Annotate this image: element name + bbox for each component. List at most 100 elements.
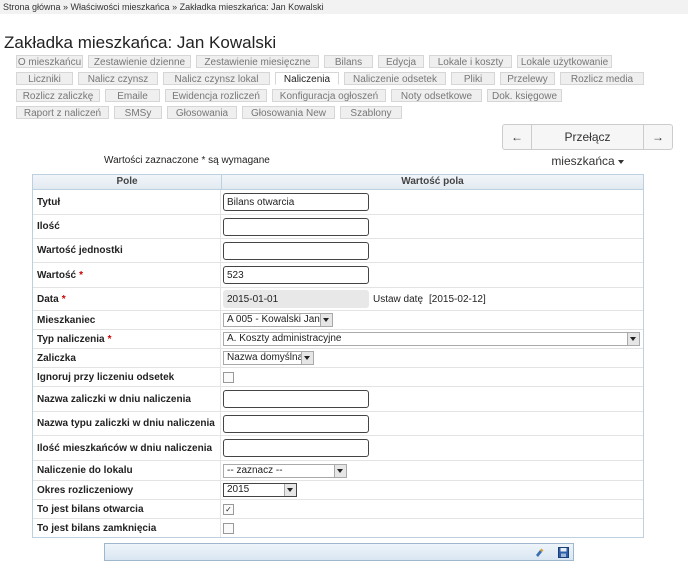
value-cell: -- zaznacz --: [221, 461, 643, 480]
tab-dok-ksiegowe[interactable]: Dok. księgowe: [487, 89, 562, 102]
tab-szablony[interactable]: Szablony: [340, 106, 402, 119]
tab-naliczenia[interactable]: Naliczenia: [275, 72, 339, 85]
label-wartosc-jednostki: Wartość jednostki: [33, 239, 221, 262]
required-note: Wartości zaznaczone * są wymagane: [104, 155, 270, 166]
tab-row-3: Rozlicz zaliczkę Emaile Ewidencja rozlic…: [16, 89, 567, 103]
header-field: Pole: [33, 175, 222, 189]
tab-raport-z-naliczen[interactable]: Raport z naliczeń: [16, 106, 109, 119]
ignoruj-checkbox[interactable]: [223, 371, 234, 383]
tab-glosowania-new[interactable]: Głosowania New: [242, 106, 335, 119]
prev-resident-button[interactable]: ←: [502, 124, 532, 150]
row-typ-naliczenia: Typ naliczenia * A. Koszty administracyjn…: [33, 330, 643, 349]
required-star: *: [79, 269, 83, 281]
breadcrumb[interactable]: Strona główna » Właściwości mieszkańca »…: [0, 0, 688, 14]
label-text: To jest bilans otwarcia: [37, 503, 144, 515]
label-text: Mieszkaniec: [37, 314, 96, 326]
tab-zestawienie-dzienne[interactable]: Zestawienie dzienne: [88, 55, 191, 68]
tab-zestawienie-miesieczne[interactable]: Zestawienie miesięczne: [196, 55, 319, 68]
row-wartosc-jednostki: Wartość jednostki: [33, 239, 643, 263]
tytul-input[interactable]: Bilans otwarcia: [223, 193, 369, 211]
label-text: Zaliczka: [37, 352, 76, 364]
label-text: Tytuł: [37, 196, 61, 208]
value-cell: [221, 412, 643, 435]
value-cell: 2015: [221, 481, 643, 499]
wartosc-jednostki-input[interactable]: [223, 241, 369, 260]
select-value: A 005 - Kowalski Jan: [227, 314, 320, 325]
select-value: -- zaznacz --: [227, 464, 283, 476]
switch-resident-button[interactable]: Przełącz mieszkańca: [532, 124, 643, 168]
label-nazwa-typu: Nazwa typu zaliczki w dniu naliczenia: [33, 412, 221, 435]
label-do-lokalu: Naliczenie do lokalu: [33, 461, 221, 480]
label-text: Nazwa zaliczki w dniu naliczenia: [37, 393, 191, 405]
row-ignoruj: Ignoruj przy liczeniu odsetek: [33, 368, 643, 387]
do-lokalu-select[interactable]: -- zaznacz --: [223, 463, 347, 478]
tab-o-mieszkancu[interactable]: O mieszkańcu: [16, 55, 83, 68]
row-ilosc: Ilość: [33, 215, 643, 239]
tab-noty-odsetkowe[interactable]: Noty odsetkowe: [391, 89, 482, 102]
tab-bilans[interactable]: Bilans: [324, 55, 373, 68]
typ-naliczenia-select[interactable]: A. Koszty administracyjne: [223, 332, 640, 346]
data-input[interactable]: 2015-01-01: [223, 290, 369, 308]
nazwa-typu-input[interactable]: [223, 414, 369, 433]
tab-lokale-uzytkowanie[interactable]: Lokale użytkowanie: [517, 55, 612, 68]
label-ilosc: Ilość: [33, 215, 221, 238]
zaliczka-select[interactable]: Nazwa domyślna: [223, 351, 314, 365]
tab-rozlicz-media[interactable]: Rozlicz media: [560, 72, 644, 85]
wartosc-input[interactable]: 523: [223, 266, 369, 284]
ilosc-mieszkancow-input[interactable]: [223, 439, 369, 457]
row-ilosc-mieszkancow: Ilość mieszkańców w dniu naliczenia: [33, 436, 643, 461]
date-hint: [2015-02-12]: [429, 293, 486, 305]
set-date-link[interactable]: Ustaw datę: [373, 294, 423, 305]
label-text: To jest bilans zamknięcia: [37, 522, 157, 534]
mieszkaniec-select[interactable]: A 005 - Kowalski Jan: [223, 313, 333, 327]
bilans-otwarcia-checkbox[interactable]: ✓: [223, 503, 234, 515]
row-mieszkaniec: Mieszkaniec A 005 - Kowalski Jan: [33, 311, 643, 330]
next-resident-button[interactable]: →: [643, 124, 673, 150]
tab-naliczenie-odsetek[interactable]: Naliczenie odsetek: [344, 72, 446, 85]
tab-lokale-i-koszty[interactable]: Lokale i koszty: [429, 55, 512, 68]
tab-ewidencja-rozliczen[interactable]: Ewidencja rozliczeń: [165, 89, 267, 102]
tab-row-1: O mieszkańcu Zestawienie dzienne Zestawi…: [16, 55, 617, 69]
tab-glosowania[interactable]: Głosowania: [167, 106, 237, 119]
label-okres: Okres rozliczeniowy: [33, 481, 221, 499]
tab-nalicz-czynsz-lokal[interactable]: Nalicz czynsz lokal: [163, 72, 270, 85]
value-cell: [221, 239, 643, 262]
tab-przelewy[interactable]: Przelewy: [500, 72, 555, 85]
tab-konfiguracja-ogloszen[interactable]: Konfiguracja ogłoszeń: [272, 89, 386, 102]
reset-icon[interactable]: [534, 547, 545, 558]
value-cell: 523: [221, 263, 643, 287]
value-cell: A 005 - Kowalski Jan: [221, 311, 643, 329]
save-icon[interactable]: [558, 547, 569, 558]
tab-smsy[interactable]: SMSy: [114, 106, 162, 119]
tab-pliki[interactable]: Pliki: [451, 72, 495, 85]
label-nazwa-zaliczki: Nazwa zaliczki w dniu naliczenia: [33, 387, 221, 411]
tab-edycja[interactable]: Edycja: [378, 55, 424, 68]
row-wartosc: Wartość * 523: [33, 263, 643, 288]
ilosc-input[interactable]: [223, 217, 369, 236]
row-do-lokalu: Naliczenie do lokalu -- zaznacz --: [33, 461, 643, 481]
nazwa-zaliczki-input[interactable]: [223, 390, 369, 408]
tab-emaile[interactable]: Emaile: [105, 89, 160, 102]
bilans-zamkniecia-checkbox[interactable]: [223, 522, 234, 534]
label-text: Nazwa typu zaliczki w dniu naliczenia: [37, 418, 215, 429]
label-data: Data *: [33, 288, 221, 310]
select-value: Nazwa domyślna: [227, 352, 304, 363]
label-text: Wartość: [37, 269, 77, 281]
label-typ-naliczenia: Typ naliczenia *: [33, 330, 221, 348]
switch-resident-label: Przełącz mieszkańca: [551, 130, 615, 168]
row-zaliczka: Zaliczka Nazwa domyślna: [33, 349, 643, 368]
tab-rozlicz-zaliczke[interactable]: Rozlicz zaliczkę: [16, 89, 100, 102]
row-bilans-zamkniecia: To jest bilans zamknięcia: [33, 519, 643, 537]
label-wartosc: Wartość *: [33, 263, 221, 287]
label-text: Ilość: [37, 221, 60, 232]
label-text: Data: [37, 293, 59, 305]
label-tytul: Tytuł: [33, 190, 221, 214]
tab-row-4: Raport z naliczeń SMSy Głosowania Głosow…: [16, 106, 407, 120]
value-cell: [221, 368, 643, 386]
okres-select[interactable]: 2015: [223, 483, 297, 497]
tab-row-2: Liczniki Nalicz czynsz Nalicz czynsz lok…: [16, 72, 649, 86]
label-ignoruj: Ignoruj przy liczeniu odsetek: [33, 368, 221, 386]
tab-nalicz-czynsz[interactable]: Nalicz czynsz: [78, 72, 158, 85]
tab-liczniki[interactable]: Liczniki: [16, 72, 73, 85]
row-data: Data * 2015-01-01 Ustaw datę [2015-02-12]: [33, 288, 643, 311]
